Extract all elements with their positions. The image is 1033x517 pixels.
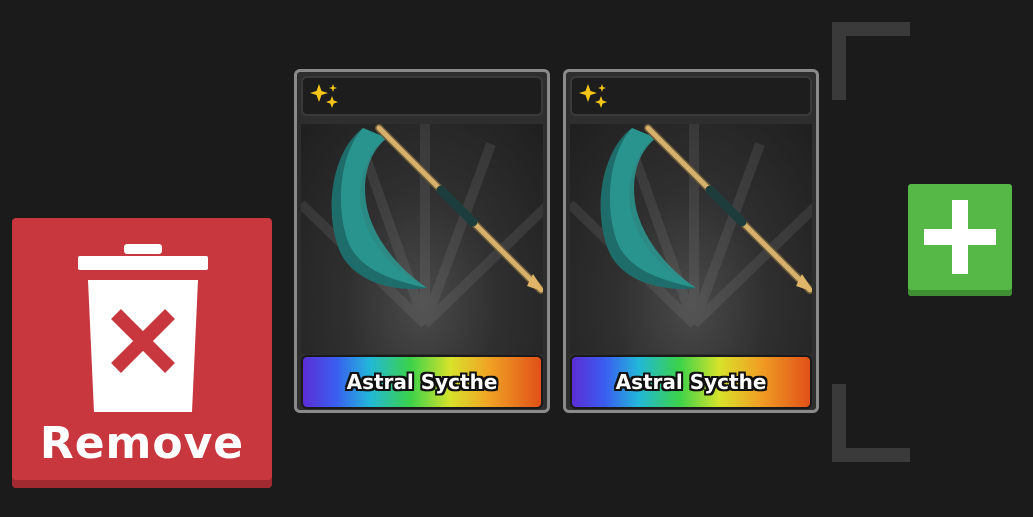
remove-label: Remove <box>39 418 245 469</box>
item-card[interactable]: Astral Sycthe <box>294 69 550 413</box>
card-header <box>301 76 543 116</box>
item-image <box>301 124 543 354</box>
remove-button[interactable]: Remove <box>12 218 272 488</box>
trash-x-icon <box>78 244 208 412</box>
card-header <box>570 76 812 116</box>
slot-bracket-top-left <box>832 22 910 100</box>
sparkle-icon <box>579 84 607 108</box>
add-item-button[interactable] <box>908 184 1012 296</box>
item-card[interactable]: Astral Sycthe <box>563 69 819 413</box>
scythe-icon <box>301 124 543 328</box>
item-name: Astral Sycthe <box>346 370 498 394</box>
sparkle-icon <box>310 84 338 108</box>
scythe-icon <box>570 124 812 328</box>
item-name-banner: Astral Sycthe <box>301 355 543 409</box>
item-name-banner: Astral Sycthe <box>570 355 812 409</box>
slot-bracket-bottom-left <box>832 384 910 462</box>
item-name: Astral Sycthe <box>615 370 767 394</box>
plus-icon <box>924 200 996 274</box>
item-image <box>570 124 812 354</box>
